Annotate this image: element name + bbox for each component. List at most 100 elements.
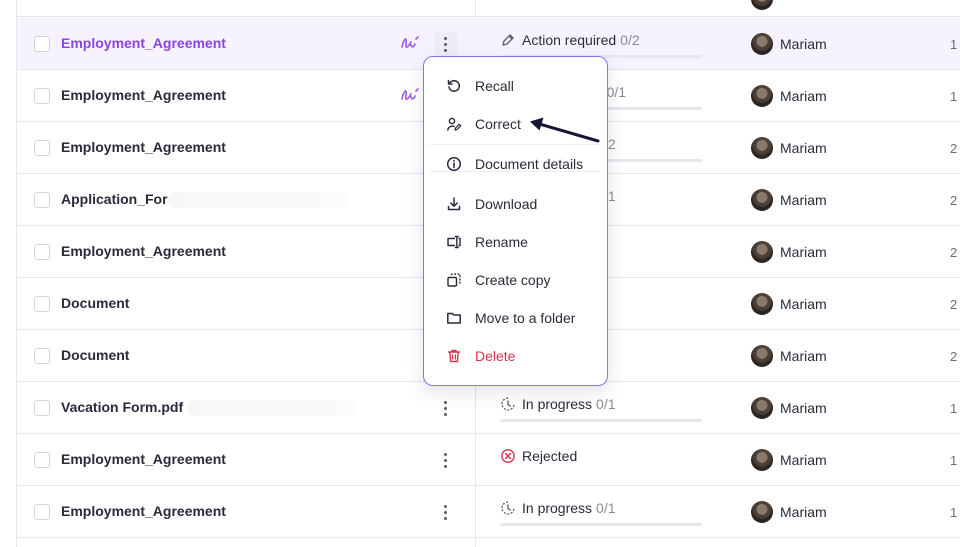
row-actions-button[interactable] [434, 396, 458, 420]
row-checkbox[interactable] [34, 504, 50, 520]
owner-cell: Mariam [751, 85, 951, 107]
table-row-partial [17, 0, 960, 17]
row-checkbox[interactable] [34, 140, 50, 156]
document-name[interactable]: Employment_Agreement [61, 451, 226, 467]
row-checkbox[interactable] [34, 36, 50, 52]
owner-cell: Mariam [751, 449, 951, 471]
document-name[interactable]: Employment_Agreement [61, 243, 226, 259]
status-label: In progress [522, 500, 593, 516]
document-name[interactable]: Employment_Agreement [61, 35, 226, 51]
row-context-menu: Recall Correct Document details Download [423, 56, 608, 386]
avatar [751, 345, 773, 367]
correct-icon [447, 117, 462, 131]
avatar [751, 397, 773, 419]
menu-item-label: Recall [475, 78, 514, 94]
owner-name: Mariam [780, 348, 827, 364]
clock-icon [501, 501, 515, 515]
pen-icon [502, 34, 514, 46]
date-cell: 1 [950, 453, 958, 468]
document-name[interactable]: Document [61, 295, 129, 311]
row-checkbox[interactable] [34, 296, 50, 312]
status-count: 0/1 [606, 84, 627, 100]
row-checkbox[interactable] [34, 348, 50, 364]
row-actions-button[interactable] [434, 500, 458, 524]
menu-item-label: Delete [475, 348, 516, 364]
date-cell: 2 [950, 349, 958, 364]
owner-cell: Mariam [751, 137, 951, 159]
menu-item-label: Move to a folder [475, 310, 576, 326]
status-label: Action required [522, 32, 617, 48]
owner-cell: Mariam [751, 345, 951, 367]
owner-name: Mariam [780, 452, 827, 468]
recall-icon [447, 79, 460, 92]
filename-placeholder-bar [167, 192, 347, 208]
row-checkbox[interactable] [34, 192, 50, 208]
menu-item-move-to-folder[interactable]: Move to a folder [424, 299, 607, 337]
date-cell: 2 [950, 245, 958, 260]
row-checkbox[interactable] [34, 452, 50, 468]
status-cell: In progress 0/1 [500, 394, 702, 424]
signature-icon [401, 88, 419, 100]
row-checkbox[interactable] [34, 244, 50, 260]
date-cell: 2 [950, 141, 958, 156]
menu-item-recall[interactable]: Recall [424, 67, 607, 105]
table-row[interactable]: Vacation Form.pdf In progress 0/1 Mariam … [17, 382, 960, 434]
table-row[interactable]: Employment_Agreement Rejected Mariam 1 [17, 434, 960, 486]
document-name[interactable]: Employment_Agreement [61, 87, 226, 103]
owner-cell: Mariam [751, 501, 951, 523]
owner-cell: Mariam [751, 397, 951, 419]
owner-name: Mariam [780, 296, 827, 312]
menu-item-delete[interactable]: Delete [424, 337, 607, 375]
rejected-icon [501, 449, 515, 463]
owner-name: Mariam [780, 400, 827, 416]
menu-item-label: Create copy [475, 272, 551, 288]
status-count: 0/1 [596, 500, 616, 516]
avatar [751, 189, 773, 211]
document-name[interactable]: Document [61, 347, 129, 363]
owner-cell: Mariam [751, 293, 951, 315]
status-cell: Rejected [500, 446, 702, 476]
progress-bar [500, 419, 702, 422]
menu-item-rename[interactable]: Rename [424, 223, 607, 261]
avatar [751, 33, 773, 55]
download-icon [447, 197, 461, 211]
rename-icon [447, 235, 461, 249]
status-cell: In progress 0/1 [500, 498, 702, 528]
status-count: 0/1 [596, 396, 616, 412]
signature-icon [401, 36, 419, 48]
owner-cell: Mariam [751, 241, 951, 263]
clock-icon [501, 397, 515, 411]
document-name[interactable]: Vacation Form.pdf [61, 399, 183, 415]
filename-placeholder-bar [187, 400, 355, 416]
owner-name: Mariam [780, 244, 827, 260]
folder-icon [447, 312, 461, 324]
document-name[interactable]: Employment_Agreement [61, 139, 226, 155]
status-count: 0/2 [620, 32, 640, 48]
menu-item-download[interactable]: Download [424, 185, 607, 223]
document-name[interactable]: Employment_Agreement [61, 503, 226, 519]
menu-divider [430, 171, 601, 172]
date-cell: 1 [950, 401, 958, 416]
row-checkbox[interactable] [34, 400, 50, 416]
menu-item-label: Document details [475, 156, 584, 172]
date-cell: 1 [950, 37, 958, 52]
owner-cell: Mariam [751, 189, 951, 211]
date-cell: 1 [950, 505, 958, 520]
date-cell: 2 [950, 193, 958, 208]
row-checkbox[interactable] [34, 88, 50, 104]
avatar [751, 241, 773, 263]
menu-item-document-details[interactable]: Document details [424, 145, 607, 183]
owner-name: Mariam [780, 36, 827, 52]
avatar [751, 501, 773, 523]
annotation-arrow-icon [530, 117, 600, 143]
row-actions-button[interactable] [434, 448, 458, 472]
trash-icon [447, 349, 461, 363]
document-name[interactable]: Application_Form [61, 191, 180, 207]
owner-name: Mariam [780, 140, 827, 156]
table-row[interactable]: Employment_Agreement In progress 0/1 Mari… [17, 486, 960, 538]
status-label: In progress [522, 396, 593, 412]
row-actions-button[interactable] [434, 32, 458, 56]
menu-item-create-copy[interactable]: Create copy [424, 261, 607, 299]
avatar [751, 0, 773, 10]
copy-icon [447, 273, 461, 287]
